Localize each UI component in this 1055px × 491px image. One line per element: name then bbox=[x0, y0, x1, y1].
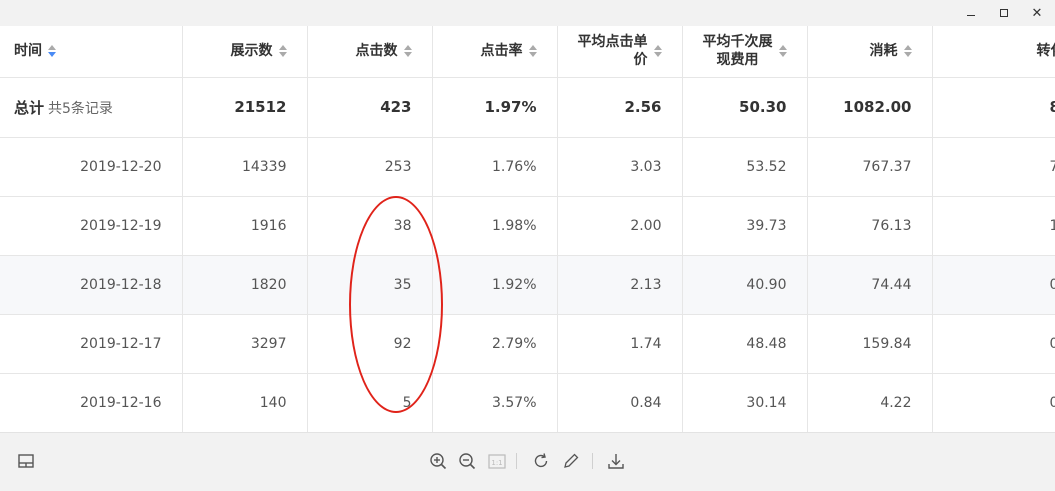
table-cell: 1.74 bbox=[557, 314, 683, 374]
minimize-button[interactable] bbox=[958, 4, 984, 22]
total-label-cell: 总计 共5条记录 bbox=[0, 77, 183, 138]
table-cell: 74.44 bbox=[807, 255, 933, 315]
table-cell: 0 bbox=[932, 373, 1055, 432]
maximize-button[interactable] bbox=[991, 4, 1017, 22]
layout-icon bbox=[18, 454, 34, 468]
table-cell: 1.98% bbox=[432, 196, 558, 256]
table-cell: 3.03 bbox=[557, 137, 683, 197]
sort-icon[interactable] bbox=[653, 45, 662, 58]
rotate-icon bbox=[534, 453, 548, 468]
table-cell: 92 bbox=[307, 314, 433, 374]
sort-icon[interactable] bbox=[403, 45, 412, 58]
table-cell: 3297 bbox=[182, 314, 308, 374]
image-viewer-window: ✕ 时间 展示数 点击数 点击率 平均点击单 价 平均千次展 现费用 消耗 转 … bbox=[0, 0, 1055, 491]
total-row: 总计 共5条记录 21512 423 1.97% 2.56 50.30 1082.… bbox=[0, 77, 1055, 138]
layout-button[interactable] bbox=[15, 450, 37, 472]
sort-icon[interactable] bbox=[528, 45, 537, 58]
sort-icon[interactable] bbox=[903, 45, 912, 58]
table-cell: 159.84 bbox=[807, 314, 933, 374]
table-cell: 140 bbox=[182, 373, 308, 432]
table-cell: 2.79% bbox=[432, 314, 558, 374]
table-cell: 5 bbox=[307, 373, 433, 432]
table-cell: 2019-12-17 bbox=[0, 314, 183, 374]
report-table: 时间 展示数 点击数 点击率 平均点击单 价 平均千次展 现费用 消耗 转 总计… bbox=[0, 26, 1055, 432]
download-icon bbox=[608, 454, 624, 469]
table-cell: 0 bbox=[932, 314, 1055, 374]
sort-icon[interactable] bbox=[778, 45, 787, 58]
column-header-impressions[interactable]: 展示数 bbox=[182, 26, 308, 78]
zoom-in-button[interactable] bbox=[427, 450, 449, 472]
column-header-clicks[interactable]: 点击数 bbox=[307, 26, 433, 78]
edit-icon bbox=[564, 453, 579, 468]
table-row: 2019-12-18 1820 35 1.92% 2.13 40.90 74.4… bbox=[0, 255, 1055, 315]
table-cell: 0.84 bbox=[557, 373, 683, 432]
table-cell: 53.52 bbox=[682, 137, 808, 197]
table-cell: 40.90 bbox=[682, 255, 808, 315]
sort-icon[interactable] bbox=[48, 45, 56, 58]
table-cell: 1 bbox=[932, 196, 1055, 256]
total-cell: 423 bbox=[307, 77, 433, 138]
table-cell: 253 bbox=[307, 137, 433, 197]
table-cell: 76.13 bbox=[807, 196, 933, 256]
table-header-row: 时间 展示数 点击数 点击率 平均点击单 价 平均千次展 现费用 消耗 转 bbox=[0, 26, 1055, 78]
table-cell: 1.92% bbox=[432, 255, 558, 315]
rotate-button[interactable] bbox=[530, 450, 552, 472]
column-header-conversions[interactable]: 转化数 bbox=[932, 26, 1055, 78]
table-row: 2019-12-20 14339 253 1.76% 3.03 53.52 76… bbox=[0, 137, 1055, 197]
download-button[interactable] bbox=[605, 450, 627, 472]
total-cell: 2.56 bbox=[557, 77, 683, 138]
column-header-ctr[interactable]: 点击率 bbox=[432, 26, 558, 78]
title-bar: ✕ bbox=[0, 0, 1055, 26]
column-header-avg-cpc[interactable]: 平均点击单价 bbox=[557, 26, 683, 78]
total-cell: 8 bbox=[932, 77, 1055, 138]
table-cell: 1820 bbox=[182, 255, 308, 315]
table-cell: 2019-12-16 bbox=[0, 373, 183, 432]
total-cell: 50.30 bbox=[682, 77, 808, 138]
table-cell: 38 bbox=[307, 196, 433, 256]
table-row: 2019-12-19 1916 38 1.98% 2.00 39.73 76.1… bbox=[0, 196, 1055, 256]
actual-size-icon: 1:1 bbox=[488, 454, 506, 469]
table-row: 2019-12-17 3297 92 2.79% 1.74 48.48 159.… bbox=[0, 314, 1055, 374]
table-cell: 14339 bbox=[182, 137, 308, 197]
table-cell: 30.14 bbox=[682, 373, 808, 432]
table-cell: 767.37 bbox=[807, 137, 933, 197]
total-cell: 1082.00 bbox=[807, 77, 933, 138]
table-row: 2019-12-16 140 5 3.57% 0.84 30.14 4.22 0 bbox=[0, 373, 1055, 432]
maximize-icon bbox=[1000, 9, 1008, 17]
column-header-cost[interactable]: 消耗 bbox=[807, 26, 933, 78]
table-cell: 2019-12-20 bbox=[0, 137, 183, 197]
table-cell: 0 bbox=[932, 255, 1055, 315]
edit-button[interactable] bbox=[560, 450, 582, 472]
zoom-out-icon bbox=[459, 453, 476, 470]
zoom-out-button[interactable] bbox=[456, 450, 478, 472]
table-cell: 2.00 bbox=[557, 196, 683, 256]
close-icon: ✕ bbox=[1031, 5, 1043, 21]
table-cell: 7 bbox=[932, 137, 1055, 197]
table-cell: 35 bbox=[307, 255, 433, 315]
minimize-icon bbox=[967, 14, 975, 16]
toolbar-separator bbox=[592, 453, 593, 469]
column-header-time[interactable]: 时间 bbox=[0, 26, 183, 78]
table-cell: 4.22 bbox=[807, 373, 933, 432]
table-cell: 39.73 bbox=[682, 196, 808, 256]
report-table-area: 时间 展示数 点击数 点击率 平均点击单 价 平均千次展 现费用 消耗 转 总计… bbox=[0, 26, 1055, 432]
table-cell: 1.76% bbox=[432, 137, 558, 197]
table-cell: 48.48 bbox=[682, 314, 808, 374]
close-button[interactable]: ✕ bbox=[1024, 4, 1050, 22]
toolbar-separator bbox=[516, 453, 517, 469]
sort-icon[interactable] bbox=[278, 45, 287, 58]
column-header-avg-cpm[interactable]: 平均千次展 现费用 bbox=[682, 26, 808, 78]
table-cell: 1916 bbox=[182, 196, 308, 256]
svg-text:1:1: 1:1 bbox=[491, 459, 502, 467]
table-cell: 2.13 bbox=[557, 255, 683, 315]
table-cell: 2019-12-18 bbox=[0, 255, 183, 315]
zoom-in-icon bbox=[430, 453, 447, 470]
total-cell: 1.97% bbox=[432, 77, 558, 138]
actual-size-button[interactable]: 1:1 bbox=[486, 450, 508, 472]
total-cell: 21512 bbox=[182, 77, 308, 138]
table-cell: 2019-12-19 bbox=[0, 196, 183, 256]
table-cell: 3.57% bbox=[432, 373, 558, 432]
viewer-toolbar: 1:1 bbox=[0, 432, 1055, 491]
